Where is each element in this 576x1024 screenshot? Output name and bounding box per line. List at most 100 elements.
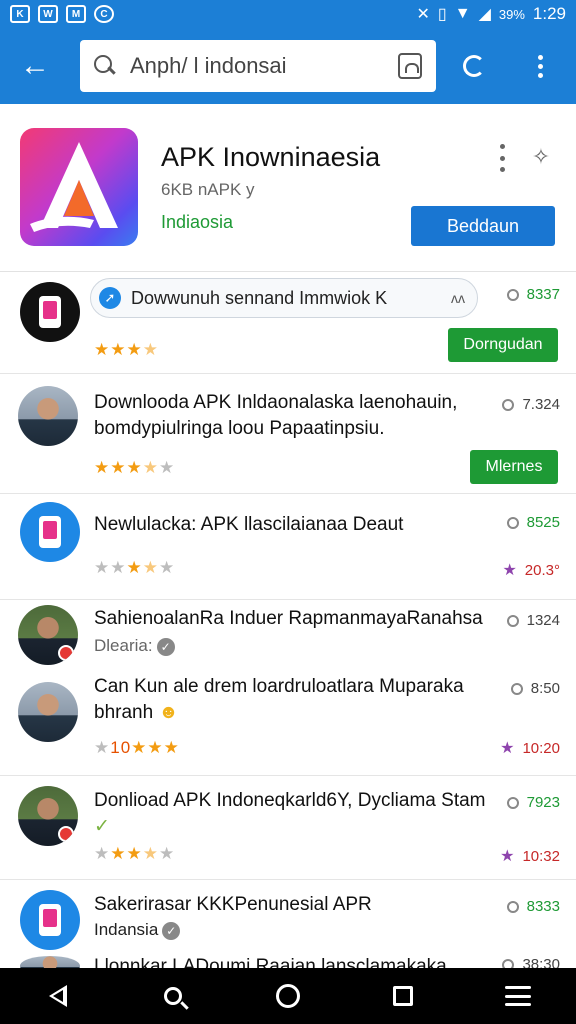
app-icon xyxy=(39,516,61,548)
star-icon: ★ xyxy=(500,740,515,757)
clock-icon xyxy=(502,398,515,411)
star-rating: ★★★★★ xyxy=(94,558,176,577)
avatar xyxy=(20,890,80,950)
meta-value: 1324 xyxy=(526,612,560,629)
download-button[interactable]: Dorngudan xyxy=(448,328,558,362)
home-circle-icon xyxy=(275,984,300,1008)
nav-home-button[interactable] xyxy=(260,968,316,1024)
meta-value: 10:32 xyxy=(522,847,560,865)
dot-icon xyxy=(499,167,505,172)
clock-icon xyxy=(506,614,519,627)
search-input[interactable]: Anph/ l indonsai xyxy=(130,53,287,79)
star-rating: ★10★★★ xyxy=(94,738,180,757)
system-status: ✕ ▯ ▼ ◢ 39% 1:29 xyxy=(417,4,567,24)
meta-secondary: ★ 10:32 xyxy=(500,846,560,866)
search-field[interactable]: Anph/ l indonsai xyxy=(80,40,436,92)
avatar xyxy=(18,786,78,846)
nav-recents-button[interactable] xyxy=(375,968,431,1024)
star-rating: ★★★★★ xyxy=(94,844,176,863)
meta-count: 8333 xyxy=(506,898,560,915)
download-button[interactable]: Beddaun xyxy=(411,206,555,246)
app-bar: ← Anph/ l indonsai xyxy=(0,28,576,104)
check-icon: ✓ xyxy=(94,816,110,837)
meta-count: 7.324 xyxy=(502,396,560,413)
refresh-button[interactable] xyxy=(446,38,502,94)
item-title: Sakerirasar KKKPenunesial APR xyxy=(94,894,372,915)
dot-icon xyxy=(537,54,543,60)
overflow-menu-button[interactable] xyxy=(522,42,558,90)
list-item[interactable]: Sakerirasar KKKPenunesial APR Indansia ✓ … xyxy=(0,880,576,976)
status-bar: K W M C ✕ ▯ ▼ ◢ 39% 1:29 xyxy=(0,0,576,28)
meta-value: 8525 xyxy=(526,514,560,531)
more-button[interactable]: Mlernes xyxy=(470,450,558,484)
meta-count: 8525 xyxy=(506,514,560,531)
nav-menu-button[interactable] xyxy=(490,968,546,1024)
notification-icon: C xyxy=(94,5,114,23)
item-title: SahienoalanRa Induer RapmanmayaRanahsa xyxy=(94,608,483,629)
item-title: Donlioad APK Indoneqkarld6Y, Dycliama St… xyxy=(94,788,489,840)
star-icon: ★ xyxy=(500,848,515,865)
meta-count: 8337 xyxy=(506,286,560,303)
meta-value: 7923 xyxy=(526,794,560,811)
meta-value: 7.324 xyxy=(522,396,560,413)
avatar xyxy=(18,682,78,742)
verified-icon: ✓ xyxy=(162,921,181,940)
star-icon: ★ xyxy=(502,562,517,579)
meta-count: 8:50 xyxy=(510,680,560,697)
item-title: Can Kun ale drem loardruloatlara Muparak… xyxy=(94,674,489,726)
list-item[interactable]: Newlulacka: APK llascilaianaa Deaut 8525… xyxy=(0,494,576,600)
logo-a-icon xyxy=(30,142,118,232)
item-title: Downlooda APK Inldaonalaska laenohauin, … xyxy=(94,392,458,439)
system-nav-bar xyxy=(0,968,576,1024)
back-triangle-icon xyxy=(48,985,67,1007)
image-search-icon[interactable] xyxy=(398,53,422,79)
avatar xyxy=(18,605,78,665)
notification-icon: K xyxy=(10,5,30,23)
search-icon xyxy=(94,55,116,77)
list-item[interactable]: SahienoalanRa Induer RapmanmayaRanahsa D… xyxy=(0,600,576,776)
notification-icons: K W M C xyxy=(10,5,114,23)
app-header-card: APK Inowninaesia 6KB nAPK y Indiaosia ✧ … xyxy=(0,104,576,272)
emoji-icon: ☻ xyxy=(158,702,179,723)
meta-secondary: ★ 10:20 xyxy=(500,738,560,758)
app-title: APK Inowninaesia xyxy=(161,142,381,172)
region-label: Indiaosia xyxy=(161,212,234,232)
arrow-left-icon: ← xyxy=(20,49,50,82)
title-text: Can Kun ale drem loardruloatlara Muparak… xyxy=(94,676,464,723)
app-logo xyxy=(20,128,138,246)
inline-search-field[interactable]: ➚ Dowwunuh sennand Immwiok K ʌʌ xyxy=(90,278,478,318)
nav-search-button[interactable] xyxy=(145,968,201,1024)
dot-icon xyxy=(499,155,505,161)
item-subtitle: Dlearia: ✓ xyxy=(94,636,175,656)
avatar xyxy=(18,386,78,446)
dot-icon xyxy=(499,144,505,149)
clock-icon xyxy=(506,796,519,809)
clock-icon xyxy=(506,288,519,301)
back-button[interactable]: ← xyxy=(10,41,60,91)
dot-icon xyxy=(537,63,543,69)
developer-name[interactable]: 6KB nAPK y xyxy=(161,180,255,200)
pin-icon[interactable]: ✧ xyxy=(528,144,554,170)
meta-value: 8333 xyxy=(526,898,560,915)
phone-icon xyxy=(39,296,61,328)
more-options-button[interactable] xyxy=(496,144,508,172)
refresh-icon xyxy=(463,55,485,77)
chevron-down-icon[interactable]: ʌʌ xyxy=(451,290,465,306)
nav-back-button[interactable] xyxy=(30,968,86,1024)
meta-value: 10:20 xyxy=(522,739,560,757)
clock: 1:29 xyxy=(532,4,566,23)
badge-icon xyxy=(58,826,74,842)
inline-search-text[interactable]: Dowwunuh sennand Immwiok K xyxy=(131,288,387,309)
list-item[interactable]: Donlioad APK Indoneqkarld6Y, Dycliama St… xyxy=(0,776,576,880)
list-item[interactable]: Downlooda APK Inldaonalaska laenohauin, … xyxy=(0,374,576,494)
star-rating: ★★★★★ xyxy=(94,458,176,477)
meta-secondary: ★ 20.3° xyxy=(502,560,560,580)
item-subtitle: Indansia ✓ xyxy=(94,920,181,940)
star-rating: ★★★★ xyxy=(94,340,159,359)
avatar xyxy=(20,502,80,562)
subtitle-text: Indansia xyxy=(94,920,159,939)
signal-icon: ◢ xyxy=(478,6,491,23)
list-item[interactable]: ➚ Dowwunuh sennand Immwiok K ʌʌ 8337 ★★★… xyxy=(0,272,576,374)
verified-icon: ✓ xyxy=(156,637,175,656)
clock-icon xyxy=(506,516,519,529)
